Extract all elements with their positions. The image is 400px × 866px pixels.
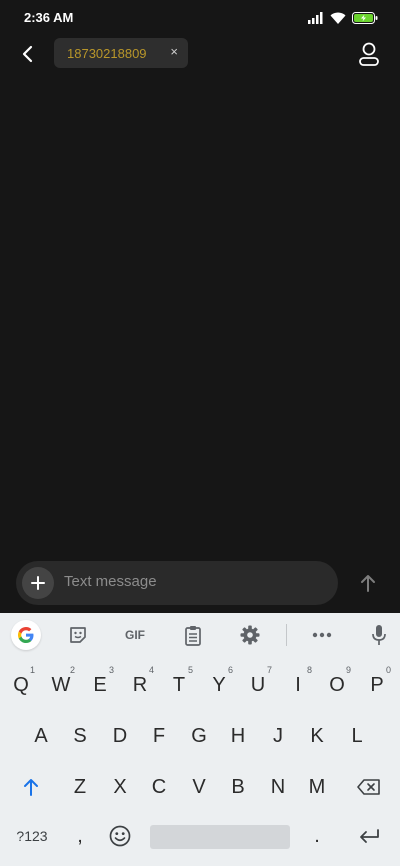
plus-icon [31, 576, 45, 590]
sticker-icon [70, 627, 86, 643]
message-input[interactable] [64, 573, 324, 590]
backspace-button[interactable] [346, 770, 392, 804]
back-button[interactable] [12, 38, 42, 70]
key-v[interactable]: V [181, 770, 217, 804]
keyboard: GIF Q1 W2 E3 R4 T5 Y6 U7 I8 O9 P0 A S D … [0, 613, 400, 866]
key-u[interactable]: U7 [240, 665, 276, 702]
key-c[interactable]: C [141, 770, 177, 804]
space-bar[interactable] [150, 825, 290, 849]
keyboard-toolbar: GIF [0, 613, 400, 657]
status-bar: 2:36 AM [0, 0, 400, 36]
key-d[interactable]: D [102, 719, 138, 753]
symbols-button[interactable]: ?123 [6, 819, 58, 853]
contact-button[interactable] [356, 40, 382, 68]
back-arrow-icon [22, 45, 33, 63]
voice-input-button[interactable] [363, 620, 395, 650]
key-s[interactable]: S [62, 719, 98, 753]
enter-arrow-icon [360, 829, 379, 843]
more-button[interactable] [306, 620, 338, 650]
signal-icon [308, 11, 324, 29]
battery-charging-icon [352, 11, 378, 29]
microphone-icon [372, 625, 386, 645]
key-a[interactable]: A [23, 719, 59, 753]
emoji-button[interactable] [102, 819, 138, 853]
key-h[interactable]: H [220, 719, 256, 753]
shift-arrow-icon [24, 779, 38, 796]
key-r[interactable]: R4 [122, 665, 158, 702]
key-n[interactable]: N [260, 770, 296, 804]
gif-button[interactable]: GIF [118, 620, 152, 650]
key-e[interactable]: E3 [82, 665, 118, 702]
remove-recipient-button[interactable]: × [170, 44, 178, 59]
key-t[interactable]: T5 [161, 665, 197, 702]
key-p[interactable]: P0 [359, 665, 395, 702]
shift-button[interactable] [8, 770, 54, 804]
key-f[interactable]: F [141, 719, 177, 753]
key-g[interactable]: G [181, 719, 217, 753]
toolbar-divider [286, 624, 287, 646]
app-bar: 18730218809 × [0, 36, 400, 72]
key-o[interactable]: O9 [319, 665, 355, 702]
key-y[interactable]: Y6 [201, 665, 237, 702]
sticker-button[interactable] [62, 620, 94, 650]
google-icon [11, 620, 41, 650]
send-button[interactable] [352, 568, 384, 598]
clipboard-icon [185, 625, 201, 646]
gear-icon [240, 625, 260, 645]
key-w[interactable]: W2 [43, 665, 79, 702]
person-icon [359, 42, 379, 66]
recipient-number: 18730218809 [67, 45, 147, 61]
google-button[interactable] [10, 620, 42, 650]
attach-button[interactable] [22, 567, 54, 599]
key-j[interactable]: J [260, 719, 296, 753]
period-key[interactable]: . [299, 819, 335, 853]
settings-button[interactable] [234, 620, 266, 650]
clipboard-button[interactable] [177, 620, 209, 650]
key-q[interactable]: Q1 [3, 665, 39, 702]
key-x[interactable]: X [102, 770, 138, 804]
status-time: 2:36 AM [24, 10, 74, 25]
comma-key[interactable]: , [62, 819, 98, 853]
backspace-icon [357, 779, 380, 795]
status-icons [308, 11, 378, 29]
key-l[interactable]: L [339, 719, 375, 753]
key-i[interactable]: I8 [280, 665, 316, 702]
key-z[interactable]: Z [62, 770, 98, 804]
recipient-chip[interactable]: 18730218809 × [54, 38, 188, 68]
wifi-icon [330, 11, 346, 29]
send-arrow-icon [361, 575, 375, 592]
more-dots-icon [312, 632, 332, 638]
key-k[interactable]: K [299, 719, 335, 753]
key-b[interactable]: B [220, 770, 256, 804]
message-composer [16, 561, 338, 605]
emoji-icon [109, 825, 131, 847]
enter-button[interactable] [346, 819, 392, 853]
key-m[interactable]: M [299, 770, 335, 804]
